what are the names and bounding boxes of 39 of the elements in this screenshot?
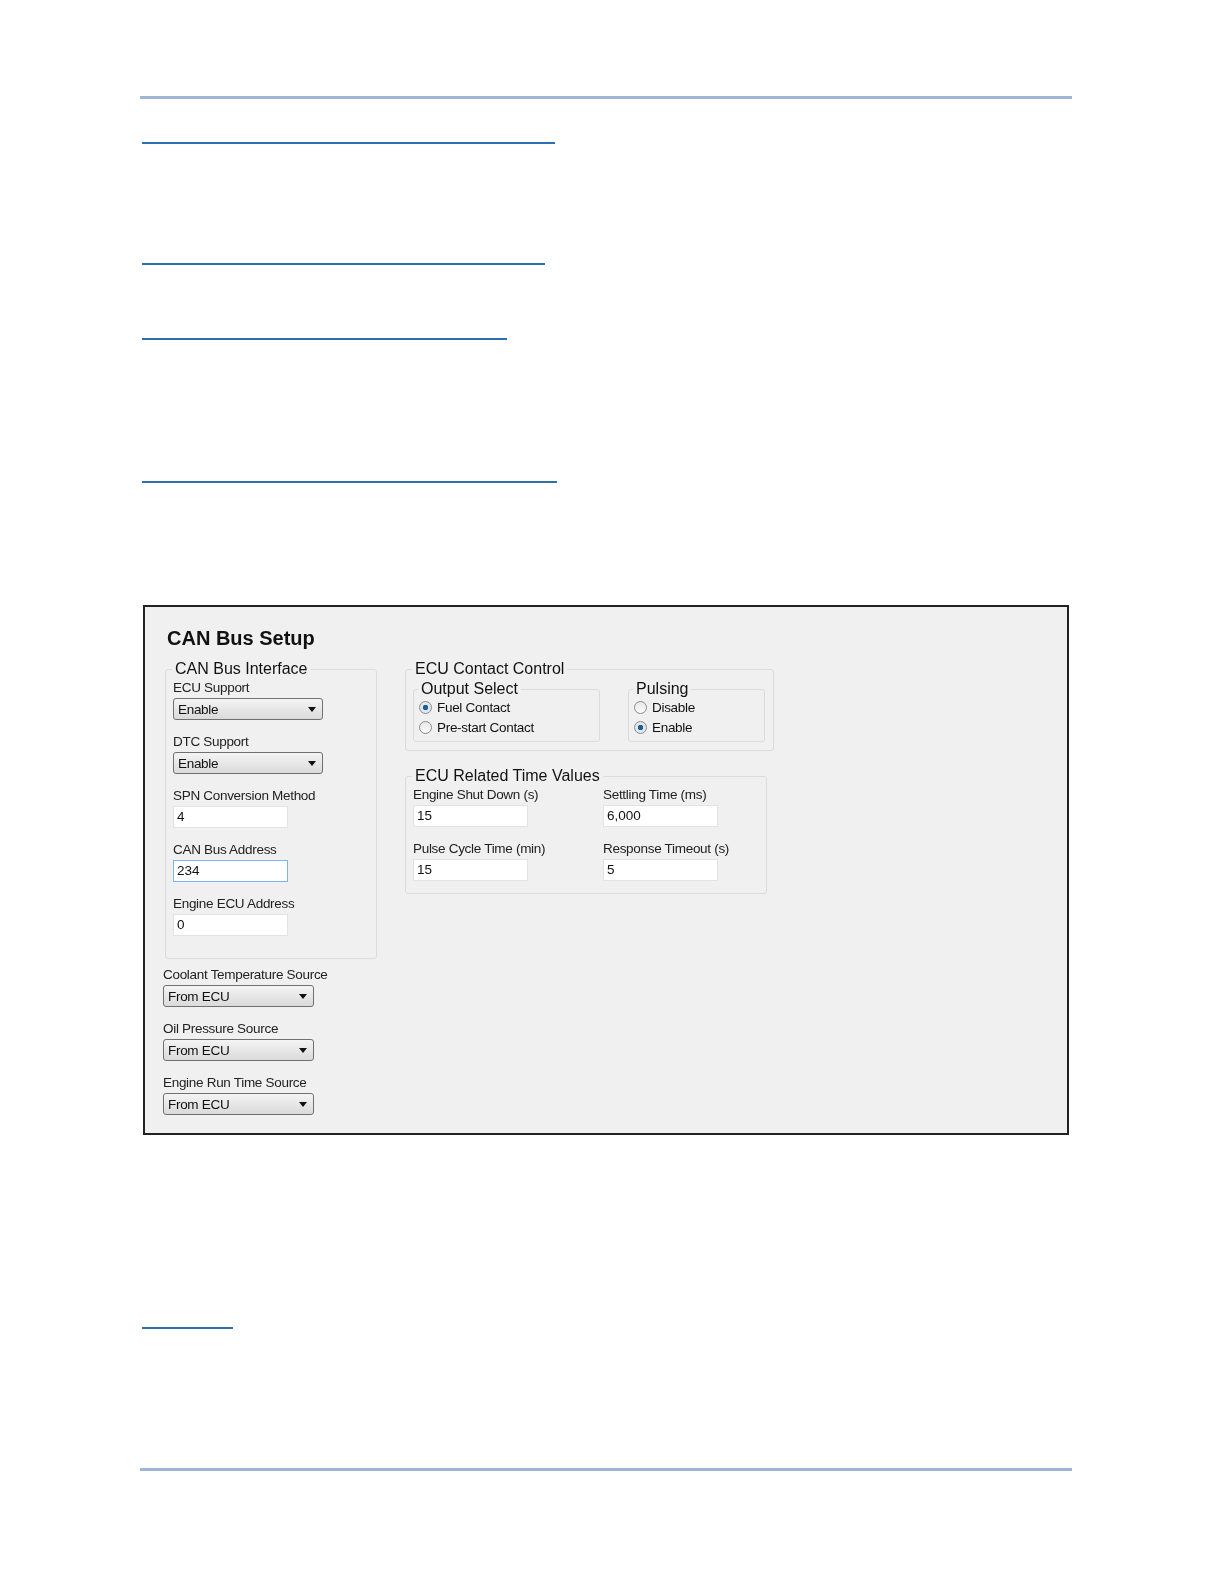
dropdown[interactable]: Enable	[173, 698, 323, 720]
panel-title: CAN Bus Setup	[167, 627, 316, 650]
field-label: SPN Conversion Method	[173, 788, 317, 803]
dropdown[interactable]: Enable	[173, 752, 323, 774]
group-title: ECU Related Time Values	[414, 767, 601, 785]
radio-option[interactable]: Disable	[634, 700, 754, 715]
caret-icon	[308, 706, 316, 712]
caret-icon	[299, 1101, 307, 1107]
radio-option[interactable]: Pre-start Contact	[419, 720, 589, 735]
caret-icon	[299, 993, 307, 999]
field-label: Settling Time (ms)	[603, 787, 708, 802]
caret-icon	[299, 1047, 307, 1053]
input-field[interactable]: 4	[173, 806, 288, 828]
field-label: Engine Shut Down (s)	[413, 787, 540, 802]
group-title: ECU Contact Control	[414, 660, 566, 678]
radio-option[interactable]: Fuel Contact	[419, 700, 589, 715]
input-field[interactable]: 6,000	[603, 805, 718, 827]
caret-icon	[308, 760, 316, 766]
group-title: Pulsing	[635, 680, 690, 698]
field-label: DTC Support	[173, 734, 250, 749]
dropdown[interactable]: From ECU	[163, 1039, 314, 1061]
field-label: Engine Run Time Source	[163, 1075, 308, 1090]
input-field[interactable]: 234	[173, 860, 288, 882]
input-field[interactable]: 15	[413, 805, 528, 827]
field-label: Coolant Temperature Source	[163, 967, 329, 982]
radio-option[interactable]: Enable	[634, 720, 754, 735]
input-field[interactable]: 15	[413, 859, 528, 881]
group-title: CAN Bus Interface	[174, 660, 309, 678]
dropdown[interactable]: From ECU	[163, 985, 314, 1007]
field-label: Oil Pressure Source	[163, 1021, 280, 1036]
field-label: ECU Support	[173, 680, 251, 695]
field-label: Response Timeout (s)	[603, 841, 731, 856]
field-label: CAN Bus Address	[173, 842, 278, 857]
field-label: Pulse Cycle Time (min)	[413, 841, 547, 856]
field-label: Engine ECU Address	[173, 896, 296, 911]
group-title: Output Select	[420, 680, 519, 698]
input-field[interactable]: 5	[603, 859, 718, 881]
input-field[interactable]: 0	[173, 914, 288, 936]
dropdown[interactable]: From ECU	[163, 1093, 314, 1115]
